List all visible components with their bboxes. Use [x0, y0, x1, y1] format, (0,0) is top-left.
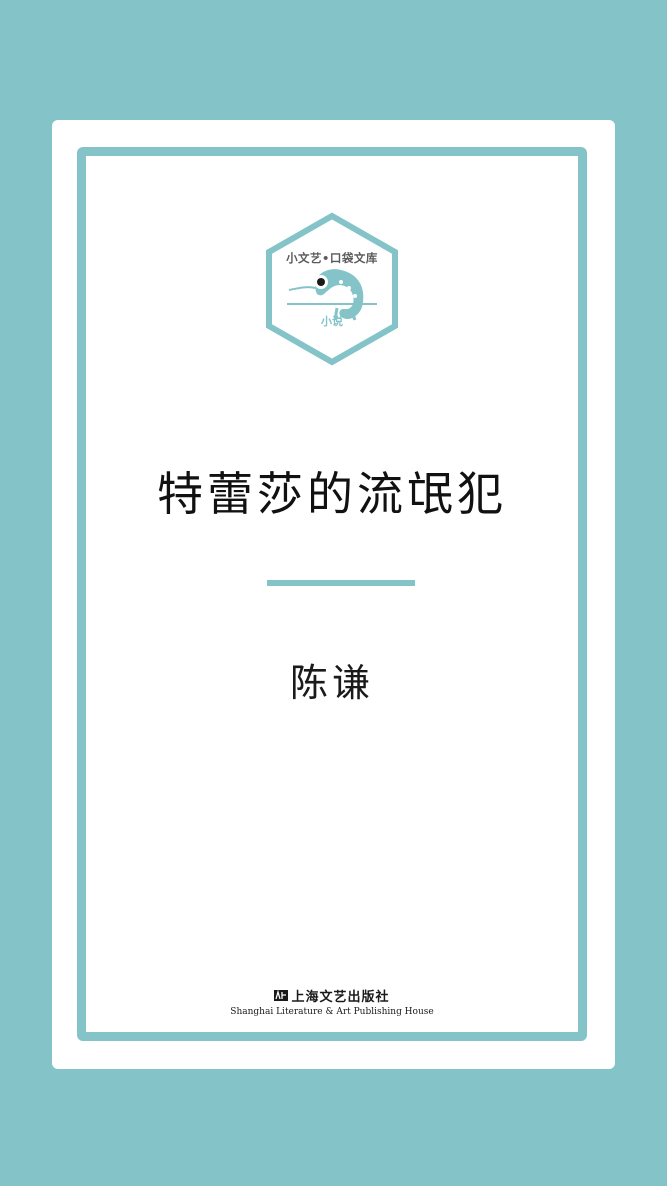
author-name: 陈谦	[289, 661, 374, 705]
publisher-block: 上海文艺出版社 Shanghai Literature & Art Publis…	[77, 986, 587, 1017]
publisher-name-en: Shanghai Literature & Art Publishing Hou…	[230, 1007, 434, 1017]
book-title: 特蕾莎的流氓犯	[157, 467, 507, 521]
hexagon-badge-icon	[266, 212, 398, 366]
title-divider	[267, 580, 415, 586]
publisher-name-cn: 上海文艺出版社	[291, 990, 390, 1005]
series-label: 小文艺•口袋文库	[286, 251, 378, 265]
publisher-logo-icon	[274, 990, 289, 1001]
genre-label: 小说	[321, 315, 343, 328]
series-emblem	[265, 212, 399, 366]
